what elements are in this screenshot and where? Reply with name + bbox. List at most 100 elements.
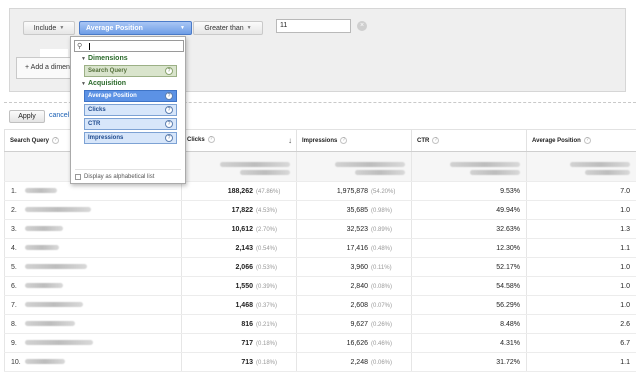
impressions-value: 32,523 (346, 225, 368, 233)
redacted-query[interactable] (25, 359, 65, 365)
average-position-cell: 1.0 (526, 200, 636, 220)
column-header-ctr[interactable]: CTR? (411, 129, 527, 152)
help-icon[interactable]: ? (207, 136, 215, 143)
option-average-position[interactable]: Average Position? (84, 90, 177, 102)
table-row[interactable]: 6. 1,550 (0.39%) 2,840 (0.08%) 54.58% 1.0 (4, 276, 636, 296)
impressions-value: 17,416 (346, 244, 368, 252)
table-row[interactable]: 3. 10,612 (2.70%) 32,523 (0.89%) 32.63% 1.3 (4, 219, 636, 239)
redacted-query[interactable] (25, 321, 75, 327)
average-position-cell: 1.1 (526, 352, 636, 372)
impressions-percent: (0.06%) (371, 359, 393, 366)
search-query-cell: 6. (4, 276, 182, 296)
group-dimensions[interactable]: ▼ Dimensions (81, 55, 128, 62)
condition-dropdown[interactable]: Greater than ▼ (193, 21, 263, 35)
option-clicks[interactable]: Clicks? (84, 104, 177, 116)
help-icon[interactable]: ? (432, 136, 440, 144)
impressions-cell: 2,248 (0.06%) (296, 352, 412, 372)
search-query-cell: 4. (4, 238, 182, 258)
column-header-clicks[interactable]: Clicks? ↓ (181, 129, 297, 152)
group-acquisition[interactable]: ▼ Acquisition (81, 80, 126, 87)
row-rank: 10. (11, 358, 21, 366)
impressions-cell: 2,840 (0.08%) (296, 276, 412, 296)
option-impressions[interactable]: Impressions? (84, 132, 177, 144)
clicks-cell: 713 (0.18%) (181, 352, 297, 372)
impressions-percent: (0.11%) (371, 264, 392, 271)
search-query-cell: 10. (4, 352, 182, 372)
search-query-cell: 3. (4, 219, 182, 239)
help-icon[interactable]: ? (165, 67, 173, 75)
help-icon[interactable]: ? (165, 92, 173, 100)
alphabetical-list-toggle[interactable]: Display as alphabetical list (75, 174, 154, 180)
table-row[interactable]: 5. 2,066 (0.53%) 3,960 (0.11%) 52.17% 1.0 (4, 257, 636, 277)
cancel-link[interactable]: cancel (49, 112, 69, 119)
apply-button[interactable]: Apply (9, 110, 45, 123)
clicks-value: 10,612 (231, 225, 253, 233)
impressions-value: 2,248 (350, 358, 368, 366)
ctr-cell: 56.29% (411, 295, 527, 315)
clicks-value: 1,468 (235, 301, 253, 309)
ctr-cell: 49.94% (411, 200, 527, 220)
average-position-cell: 1.3 (526, 219, 636, 239)
ctr-cell: 4.31% (411, 333, 527, 353)
column-header-average-position[interactable]: Average Position? (526, 129, 636, 152)
ctr-cell: 9.53% (411, 181, 527, 201)
average-position-cell: 2.6 (526, 314, 636, 334)
remove-icon[interactable]: × (357, 21, 367, 31)
help-icon[interactable]: ? (165, 134, 173, 142)
table-row[interactable]: 4. 2,143 (0.54%) 17,416 (0.48%) 12.30% 1.1 (4, 238, 636, 258)
collapse-triangle-icon: ▼ (81, 56, 86, 62)
ctr-cell: 32.63% (411, 219, 527, 239)
help-icon[interactable]: ? (165, 106, 173, 114)
clicks-value: 816 (241, 320, 253, 328)
clicks-cell: 717 (0.18%) (181, 333, 297, 353)
help-icon[interactable]: ? (165, 120, 173, 128)
search-query-cell: 5. (4, 257, 182, 277)
help-icon[interactable]: ? (340, 136, 348, 144)
average-position-cell: 1.0 (526, 276, 636, 296)
redacted-query[interactable] (25, 302, 83, 308)
table-row[interactable]: 1. 188,262 (47.86%) 1,975,878 (54.20%) 9.53% 7… (4, 181, 636, 201)
table-row[interactable]: 10. 713 (0.18%) 2,248 (0.06%) 31.72% 1.1 (4, 352, 636, 372)
search-query-cell: 8. (4, 314, 182, 334)
redacted-query[interactable] (25, 264, 87, 270)
clicks-cell: 2,143 (0.54%) (181, 238, 297, 258)
impressions-percent: (54.20%) (371, 188, 396, 195)
impressions-percent: (0.98%) (371, 207, 393, 214)
search-query-cell: 1. (4, 181, 182, 201)
table-row[interactable]: 9. 717 (0.18%) 16,626 (0.46%) 4.31% 6.7 (4, 333, 636, 353)
sort-down-icon: ↓ (288, 136, 292, 145)
dropdown-divider (75, 169, 181, 170)
row-rank: 1. (11, 187, 17, 195)
filter-value-input[interactable]: 11 (276, 19, 351, 33)
metric-dropdown[interactable]: Average Position ▼ (79, 21, 192, 35)
impressions-percent: (0.48%) (371, 245, 393, 252)
clicks-value: 2,066 (235, 263, 253, 271)
clicks-cell: 1,468 (0.37%) (181, 295, 297, 315)
redacted-query[interactable] (25, 245, 59, 251)
ctr-value: 8.48% (500, 320, 520, 328)
table-row[interactable]: 2. 17,822 (4.53%) 35,685 (0.98%) 49.94% 1.0 (4, 200, 636, 220)
redacted-query[interactable] (25, 340, 93, 346)
clicks-percent: (4.53%) (256, 207, 278, 214)
average-position-value: 2.6 (620, 320, 630, 328)
help-icon[interactable]: ? (52, 136, 60, 144)
dropdown-search-input[interactable]: ⚲ (74, 40, 184, 52)
search-query-cell: 9. (4, 333, 182, 353)
redacted-query[interactable] (25, 207, 91, 213)
impressions-percent: (0.08%) (371, 283, 393, 290)
column-header-impressions[interactable]: Impressions? (296, 129, 412, 152)
option-ctr[interactable]: CTR? (84, 118, 177, 130)
ctr-cell: 31.72% (411, 352, 527, 372)
redacted-query[interactable] (25, 188, 57, 194)
include-dropdown[interactable]: Include ▼ (23, 21, 75, 35)
table-row[interactable]: 8. 816 (0.21%) 9,627 (0.26%) 8.48% 2.6 (4, 314, 636, 334)
clicks-cell: 17,822 (4.53%) (181, 200, 297, 220)
redacted-query[interactable] (25, 226, 63, 232)
option-search-query[interactable]: Search Query? (84, 65, 177, 77)
help-icon[interactable]: ? (583, 136, 591, 144)
table-row[interactable]: 7. 1,468 (0.37%) 2,608 (0.07%) 56.29% 1.0 (4, 295, 636, 315)
ctr-cell: 8.48% (411, 314, 527, 334)
ctr-value: 32.63% (496, 225, 520, 233)
redacted-query[interactable] (25, 283, 63, 289)
checkbox[interactable] (75, 174, 81, 180)
